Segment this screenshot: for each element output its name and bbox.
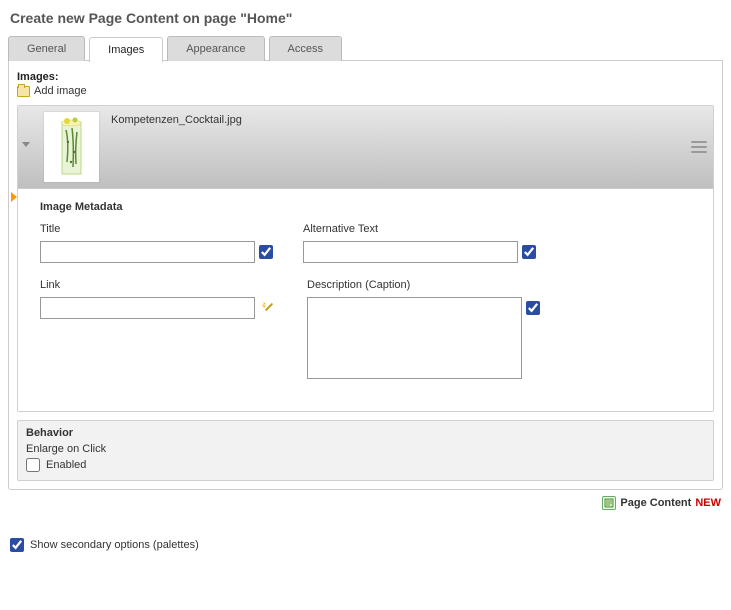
enlarge-on-click-label: Enlarge on Click bbox=[26, 443, 705, 455]
behavior-section: Behavior Enlarge on Click Enabled bbox=[17, 420, 714, 481]
description-label: Description (Caption) bbox=[307, 279, 540, 291]
tab-bar: General Images Appearance Access bbox=[8, 36, 723, 61]
hamburger-icon[interactable] bbox=[691, 141, 707, 153]
image-item: Kompetenzen_Cocktail.jpg Image Metadata … bbox=[17, 105, 714, 412]
description-textarea[interactable] bbox=[307, 297, 522, 379]
add-image-button[interactable]: Add image bbox=[17, 85, 714, 97]
page-title: Create new Page Content on page "Home" bbox=[10, 10, 723, 26]
title-label: Title bbox=[40, 223, 273, 235]
image-metadata-body: Image Metadata Title Alternative Text bbox=[18, 189, 713, 411]
metadata-heading: Image Metadata bbox=[40, 201, 693, 213]
behavior-heading: Behavior bbox=[26, 427, 705, 439]
new-badge: NEW bbox=[695, 497, 721, 509]
alt-text-label: Alternative Text bbox=[303, 223, 536, 235]
content-type-icon bbox=[602, 496, 616, 510]
drag-handle-icon[interactable] bbox=[20, 142, 32, 152]
image-filename: Kompetenzen_Cocktail.jpg bbox=[111, 112, 679, 126]
title-input[interactable] bbox=[40, 241, 255, 263]
secondary-options-label: Show secondary options (palettes) bbox=[30, 539, 199, 551]
image-thumbnail[interactable] bbox=[44, 112, 99, 182]
tab-access[interactable]: Access bbox=[269, 36, 342, 61]
tab-general[interactable]: General bbox=[8, 36, 85, 61]
tab-panel-images: Images: Add image bbox=[8, 60, 723, 490]
secondary-options-checkbox[interactable] bbox=[10, 538, 24, 552]
tab-images[interactable]: Images bbox=[89, 37, 163, 62]
title-checkbox[interactable] bbox=[259, 245, 273, 259]
link-label: Link bbox=[40, 279, 277, 291]
description-checkbox[interactable] bbox=[526, 301, 540, 315]
add-image-label: Add image bbox=[34, 85, 87, 97]
status-line: Page Content NEW bbox=[8, 496, 723, 510]
folder-icon bbox=[17, 86, 30, 97]
link-input[interactable] bbox=[40, 297, 255, 319]
images-section-label: Images: bbox=[17, 71, 714, 83]
alt-text-checkbox[interactable] bbox=[522, 245, 536, 259]
expand-arrow-icon[interactable] bbox=[11, 192, 17, 202]
alt-text-input[interactable] bbox=[303, 241, 518, 263]
enabled-label: Enabled bbox=[46, 459, 86, 471]
content-type-label: Page Content bbox=[620, 497, 691, 509]
tab-appearance[interactable]: Appearance bbox=[167, 36, 264, 61]
enabled-checkbox[interactable] bbox=[26, 458, 40, 472]
link-wizard-icon[interactable] bbox=[259, 299, 277, 317]
image-header: Kompetenzen_Cocktail.jpg bbox=[18, 106, 713, 189]
secondary-options-row: Show secondary options (palettes) bbox=[10, 538, 723, 552]
